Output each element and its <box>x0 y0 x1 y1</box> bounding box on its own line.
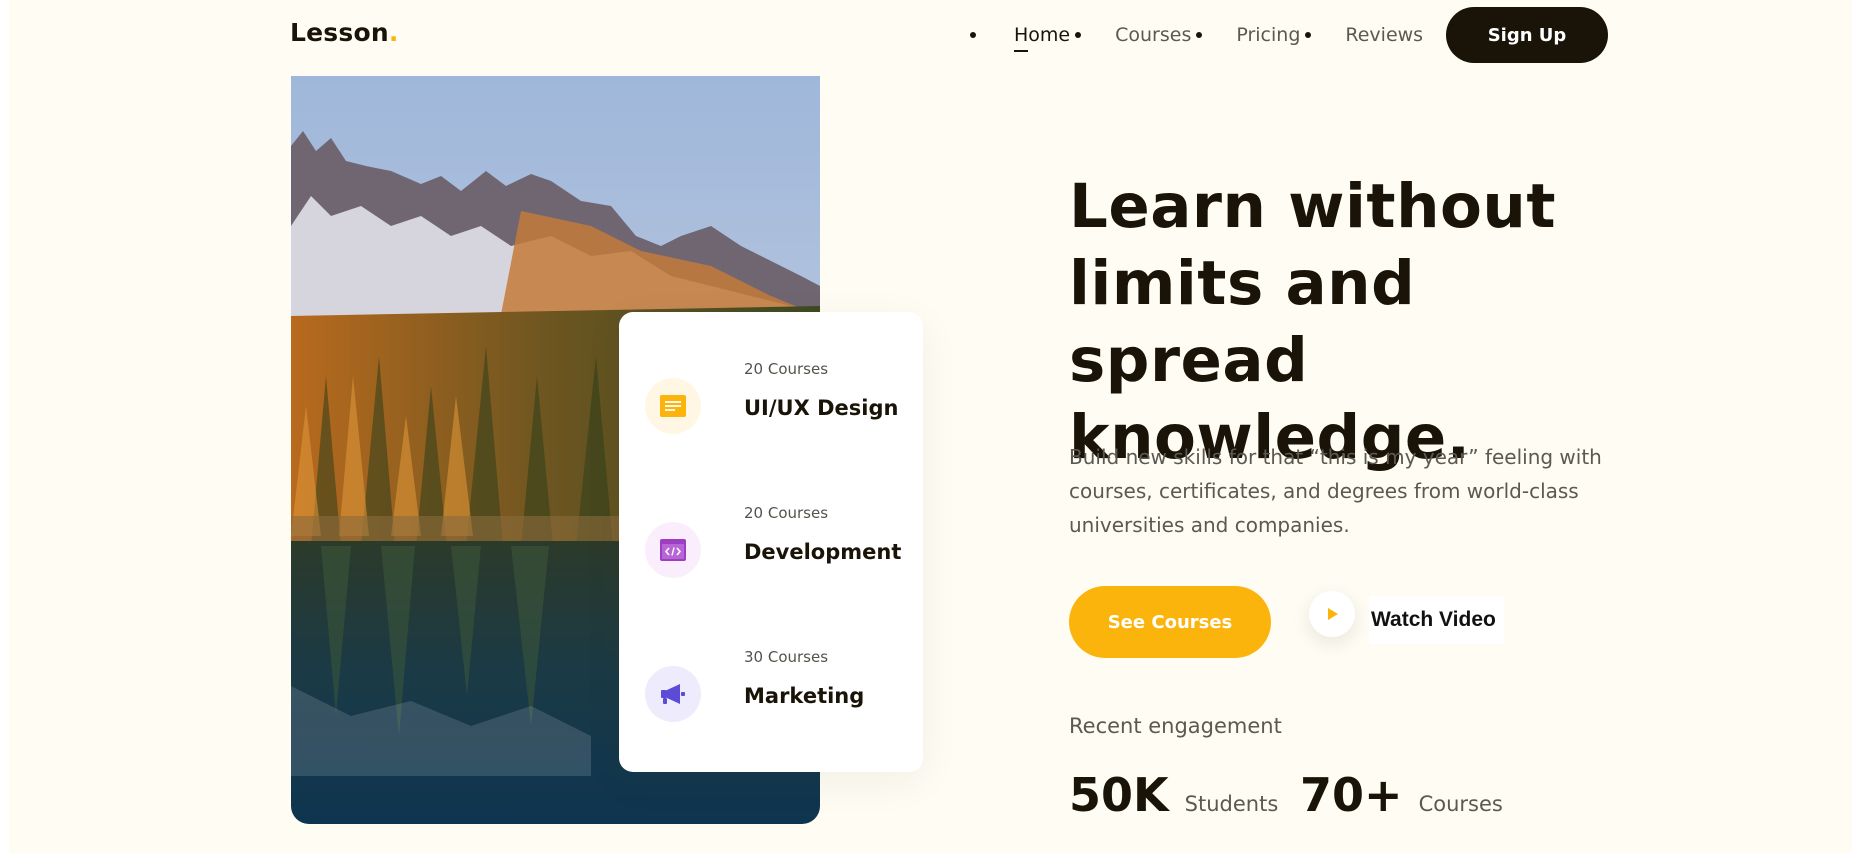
megaphone-icon <box>645 666 701 722</box>
stat-unit: Courses <box>1418 792 1503 816</box>
watch-video-link[interactable]: Watch Video <box>1369 596 1504 644</box>
category-ui-ux-design[interactable]: 20 Courses UI/UX Design <box>645 352 905 442</box>
hero-subtext: Build new skills for that “this is my ye… <box>1069 445 1602 537</box>
stat-value: 70+ <box>1300 768 1403 822</box>
logo[interactable]: Lesson. <box>290 18 399 47</box>
code-window-icon <box>645 522 701 578</box>
stat-students: 50K Students <box>1069 768 1278 822</box>
course-categories-card: 20 Courses UI/UX Design 20 Courses Devel… <box>619 312 923 772</box>
category-count: 20 Courses <box>744 360 829 378</box>
category-title: UI/UX Design <box>744 396 899 420</box>
headline-line: limits and spread <box>1069 248 1416 396</box>
document-icon <box>645 378 701 434</box>
play-video-button[interactable] <box>1309 591 1355 637</box>
nav-lead-dot <box>970 32 976 38</box>
nav-item-courses[interactable]: Courses <box>1115 24 1203 46</box>
nav-dot <box>1305 32 1312 38</box>
hero-headline: Learn without limits and spread knowledg… <box>1069 168 1629 476</box>
nav-item-label: Home <box>1014 24 1071 52</box>
engagement-label: Recent engagement <box>1069 714 1282 738</box>
left-edge-strip <box>0 0 9 853</box>
logo-dot: . <box>388 18 399 47</box>
main-nav: Home Courses Pricing Reviews <box>970 0 1447 70</box>
nav-item-label: Pricing <box>1236 24 1301 46</box>
category-title: Development <box>744 540 902 564</box>
nav-item-label: Reviews <box>1345 24 1424 46</box>
nav-dot <box>1196 32 1203 38</box>
stat-value: 50K <box>1069 768 1169 822</box>
nav-item-pricing[interactable]: Pricing <box>1236 24 1312 46</box>
stat-unit: Students <box>1184 792 1279 816</box>
see-courses-button[interactable]: See Courses <box>1069 586 1271 658</box>
headline-line: Learn without <box>1069 171 1556 242</box>
stat-courses: 70+ Courses <box>1300 768 1503 822</box>
nav-item-reviews[interactable]: Reviews <box>1345 24 1423 46</box>
category-marketing[interactable]: 30 Courses Marketing <box>645 640 905 730</box>
sign-up-button[interactable]: Sign Up <box>1446 7 1608 63</box>
logo-text: Lesson <box>290 18 389 47</box>
nav-item-label: Courses <box>1115 24 1192 46</box>
category-count: 30 Courses <box>744 648 829 666</box>
nav-dot <box>1075 32 1082 38</box>
category-count: 20 Courses <box>744 504 829 522</box>
play-icon <box>1328 608 1338 620</box>
category-development[interactable]: 20 Courses Development <box>645 496 905 586</box>
category-title: Marketing <box>744 684 865 708</box>
nav-item-home[interactable]: Home <box>1014 24 1082 52</box>
